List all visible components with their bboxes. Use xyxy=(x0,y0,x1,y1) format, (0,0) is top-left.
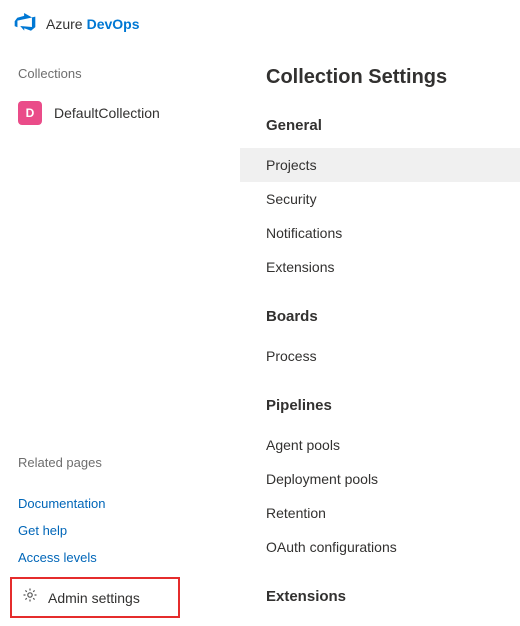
nav-banner[interactable]: Banner xyxy=(240,619,520,626)
brand[interactable]: Azure DevOps xyxy=(46,16,140,32)
nav-process[interactable]: Process xyxy=(240,339,520,373)
nav-projects[interactable]: Projects xyxy=(240,148,520,182)
nav-notifications[interactable]: Notifications xyxy=(240,216,520,250)
group-title-general: General xyxy=(266,117,520,134)
nav-deployment-pools[interactable]: Deployment pools xyxy=(240,462,520,496)
group-title-pipelines: Pipelines xyxy=(266,397,520,414)
brand-primary: Azure xyxy=(46,16,83,32)
related-pages-label: Related pages xyxy=(18,455,240,470)
nav-agent-pools[interactable]: Agent pools xyxy=(240,428,520,462)
collections-label: Collections xyxy=(18,66,240,81)
collection-name: DefaultCollection xyxy=(54,105,160,121)
admin-settings-label: Admin settings xyxy=(48,590,140,606)
nav-retention[interactable]: Retention xyxy=(240,496,520,530)
admin-settings-button[interactable]: Admin settings xyxy=(10,577,180,618)
topbar: Azure DevOps xyxy=(0,0,520,48)
nav-oauth[interactable]: OAuth configurations xyxy=(240,530,520,564)
link-access-levels[interactable]: Access levels xyxy=(18,550,240,565)
gear-icon xyxy=(22,587,38,608)
left-sidebar: Collections D DefaultCollection Related … xyxy=(0,48,240,626)
collection-item-default[interactable]: D DefaultCollection xyxy=(0,95,240,131)
group-pipelines: Pipelines Agent pools Deployment pools R… xyxy=(266,397,520,564)
settings-title: Collection Settings xyxy=(266,66,520,89)
group-general: General Projects Security Notifications … xyxy=(266,117,520,284)
azure-devops-logo-icon xyxy=(14,11,36,38)
nav-extensions[interactable]: Extensions xyxy=(240,250,520,284)
group-title-boards: Boards xyxy=(266,308,520,325)
group-title-extensions: Extensions xyxy=(266,588,520,605)
settings-panel: Collection Settings General Projects Sec… xyxy=(240,48,520,626)
link-documentation[interactable]: Documentation xyxy=(18,496,240,511)
nav-security[interactable]: Security xyxy=(240,182,520,216)
collection-avatar: D xyxy=(18,101,42,125)
link-get-help[interactable]: Get help xyxy=(18,523,240,538)
brand-secondary: DevOps xyxy=(87,16,140,32)
group-boards: Boards Process xyxy=(266,308,520,373)
group-extensions: Extensions Banner xyxy=(266,588,520,626)
